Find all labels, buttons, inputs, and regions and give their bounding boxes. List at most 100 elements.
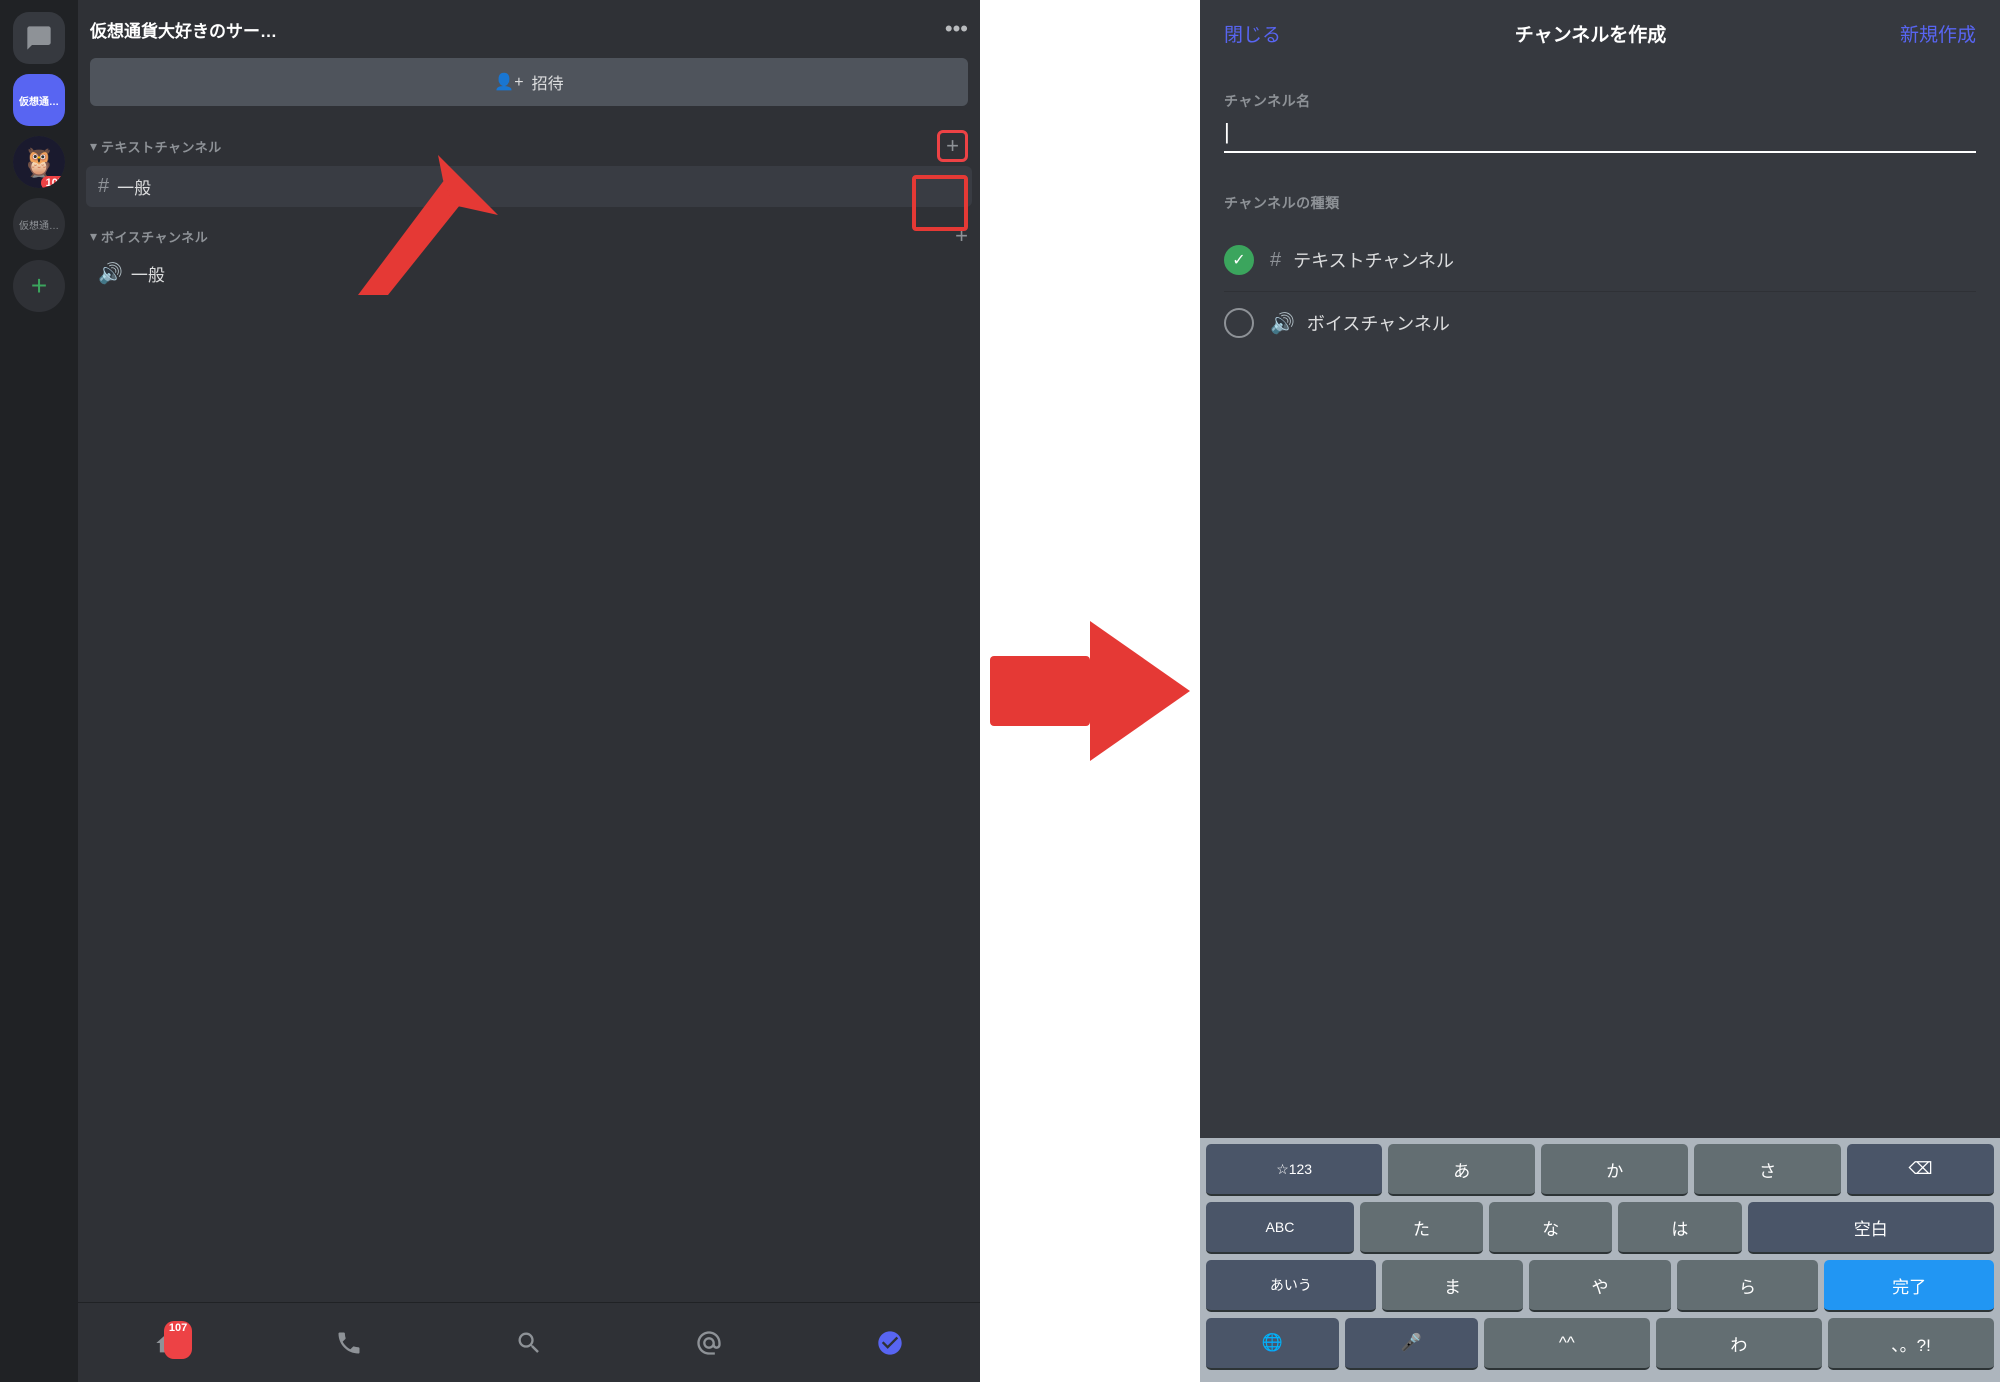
voice-channel-option[interactable]: 🔊 ボイスチャンネル [1224,292,1976,354]
more-button[interactable]: ••• [945,16,968,42]
nav-home[interactable]: 107 [154,1329,182,1357]
invite-icon: 👤+ [494,72,523,92]
key-backspace[interactable]: ⌫ [1847,1144,1994,1196]
channel-list: 仮想通貨大好きのサー… ••• 👤+ 招待 ▾ テキストチャンネル + # 一般… [78,0,980,1382]
key-ra-label: ら [1739,1273,1756,1298]
modal-title: チャンネルを作成 [1515,20,1666,47]
voice-general-name: 一般 [131,261,165,286]
general-channel-name: 一般 [117,174,151,199]
sidebar-icon-server3[interactable]: 仮想通… [13,198,65,250]
channel-name-input-container: | [1224,119,1976,153]
check-icon: ✓ [1232,250,1245,270]
key-ma[interactable]: ま [1382,1260,1523,1312]
general-text-channel[interactable]: # 一般 [86,166,972,207]
text-channel-option-label: テキストチャンネル [1293,247,1454,273]
key-123[interactable]: ☆123 [1206,1144,1382,1196]
key-globe[interactable]: 🌐 [1206,1318,1339,1370]
voice-channels-label: ボイスチャンネル [101,227,955,246]
nav-profile[interactable] [876,1329,904,1357]
server3-label: 仮想通… [17,215,61,234]
sidebar-icon-server1[interactable]: 仮想通… [13,74,65,126]
left-panel: 仮想通… 🦉 107 仮想通… + 仮想通貨大好きのサー… ••• 👤+ 招待 [0,0,980,1382]
key-punct[interactable]: 、。?! [1828,1318,1994,1370]
channel-header: 仮想通貨大好きのサー… ••• [78,0,980,50]
key-space[interactable]: 空白 [1748,1202,1994,1254]
nav-mentions[interactable] [695,1329,723,1357]
home-badge: 107 [164,1321,192,1359]
add-text-channel-button[interactable]: + [937,130,968,162]
invite-button[interactable]: 👤+ 招待 [90,58,968,106]
key-caret[interactable]: ^^ [1484,1318,1650,1370]
key-ta[interactable]: た [1360,1202,1483,1254]
backspace-icon: ⌫ [1909,1159,1933,1179]
key-wa-label: わ [1730,1331,1747,1356]
sidebar-icon-server2[interactable]: 🦉 107 [13,136,65,188]
hash-icon: # [98,175,109,198]
sidebar-icon-chat[interactable] [13,12,65,64]
sidebar-icon-add[interactable]: + [13,260,65,312]
key-ha[interactable]: は [1618,1202,1741,1254]
voice-channel-option-label: ボイスチャンネル [1307,310,1450,336]
hash-channel-icon: # [1270,249,1281,272]
chevron-voice-icon: ▾ [90,228,97,245]
invite-label: 招待 [532,70,564,94]
general-voice-channel[interactable]: 🔊 一般 [86,253,972,294]
key-na-label: な [1542,1215,1559,1240]
key-punct-label: 、。?! [1891,1331,1931,1356]
create-button[interactable]: 新規作成 [1900,20,1976,47]
key-space-label: 空白 [1854,1215,1888,1240]
key-abc[interactable]: ABC [1206,1202,1354,1254]
keyboard-row-2: ABC た な は 空白 [1206,1202,1994,1254]
speaker-icon: 🔊 [98,261,123,286]
text-cursor: | [1224,119,1230,145]
key-aiu[interactable]: あいう [1206,1260,1376,1312]
key-done-label: 完了 [1892,1273,1926,1298]
key-a-label: あ [1453,1157,1470,1182]
key-ya[interactable]: や [1529,1260,1670,1312]
key-a[interactable]: あ [1388,1144,1535,1196]
arrow-annotation [278,155,498,320]
server2-badge: 107 [41,176,65,188]
channel-name-label: チャンネル名 [1224,91,1976,111]
modal-header: 閉じる チャンネルを作成 新規作成 [1200,0,2000,67]
key-ra[interactable]: ら [1677,1260,1818,1312]
keyboard-row-4: 🌐 🎤 ^^ わ 、。?! [1206,1318,1994,1370]
middle-section [980,0,1200,1382]
key-ma-label: ま [1444,1273,1461,1298]
key-wa[interactable]: わ [1656,1318,1822,1370]
direction-arrow [990,621,1190,761]
key-na[interactable]: な [1489,1202,1612,1254]
text-channels-section: ▾ テキストチャンネル + [78,114,980,166]
modal-body: チャンネル名 | チャンネルの種類 ✓ # テキストチャンネル 🔊 ボイスチャン… [1200,67,2000,1138]
right-panel: 閉じる チャンネルを作成 新規作成 チャンネル名 | チャンネルの種類 ✓ # … [1200,0,2000,1382]
key-sa[interactable]: さ [1694,1144,1841,1196]
keyboard-row-3: あいう ま や ら 完了 [1206,1260,1994,1312]
keyboard-row-1: ☆123 あ か さ ⌫ [1206,1144,1994,1196]
speaker-channel-icon: 🔊 [1270,311,1295,336]
key-caret-label: ^^ [1559,1333,1575,1353]
key-aiu-label: あいう [1270,1275,1312,1295]
key-ya-label: や [1592,1273,1609,1298]
close-button[interactable]: 閉じる [1224,20,1281,47]
server1-label: 仮想通… [17,91,61,110]
voice-channels-section: ▾ ボイスチャンネル + [78,207,980,253]
bottom-nav: 107 [78,1302,980,1382]
key-mic[interactable]: 🎤 [1345,1318,1478,1370]
key-done[interactable]: 完了 [1824,1260,1994,1312]
sidebar: 仮想通… 🦉 107 仮想通… + [0,0,78,1382]
add-icon: + [31,270,47,302]
voice-channel-radio[interactable] [1224,308,1254,338]
chevron-icon: ▾ [90,138,97,155]
server-name: 仮想通貨大好きのサー… [90,17,937,42]
highlight-box [912,175,968,231]
text-channel-radio[interactable]: ✓ [1224,245,1254,275]
key-ka[interactable]: か [1541,1144,1688,1196]
key-123-label: ☆123 [1276,1161,1312,1178]
text-channel-option[interactable]: ✓ # テキストチャンネル [1224,229,1976,292]
text-channels-label: テキストチャンネル [101,137,937,156]
globe-icon: 🌐 [1262,1333,1283,1353]
nav-search[interactable] [515,1329,543,1357]
keyboard: ☆123 あ か さ ⌫ ABC た な [1200,1138,2000,1382]
nav-calls[interactable] [335,1329,363,1357]
key-abc-label: ABC [1266,1219,1295,1235]
